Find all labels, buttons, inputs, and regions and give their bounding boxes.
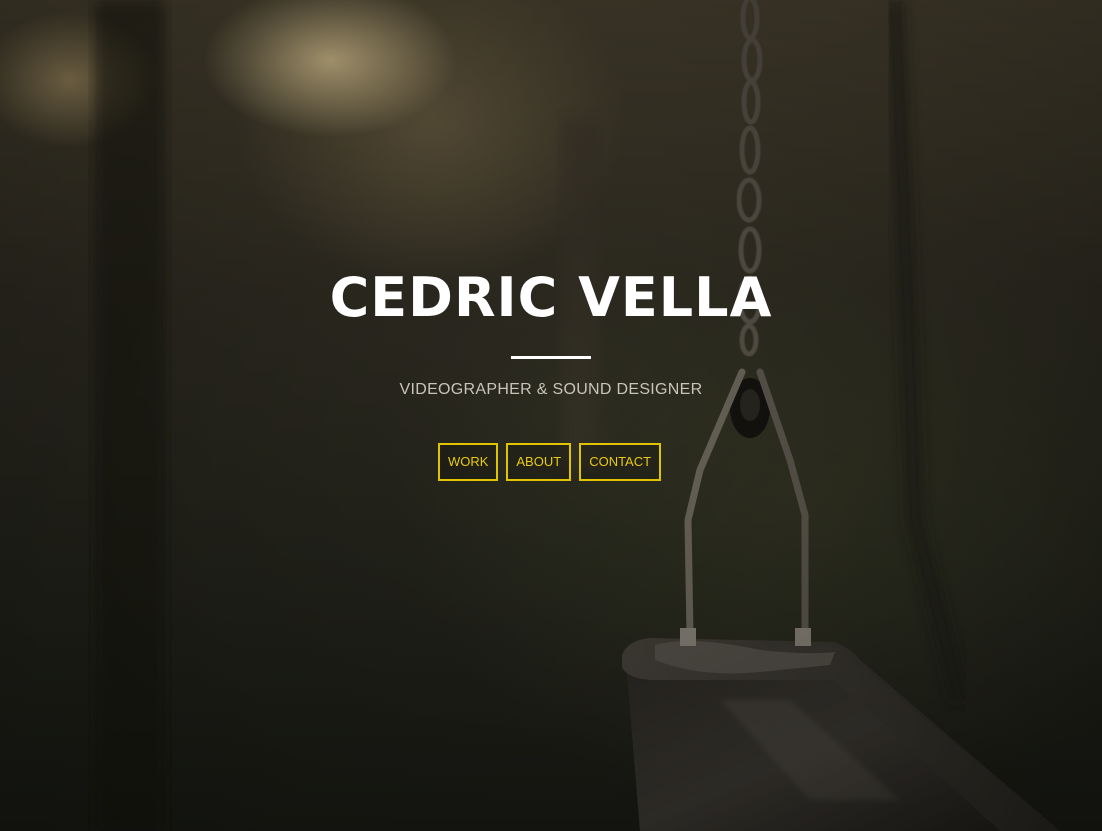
nav-buttons: WORK ABOUT CONTACT	[0, 443, 1102, 481]
site-subtitle: VIDEOGRAPHER & SOUND DESIGNER	[399, 381, 703, 398]
hero-content: CEDRIC VELLA VIDEOGRAPHER & SOUND DESIGN…	[0, 262, 1102, 481]
contact-button[interactable]: CONTACT	[579, 443, 662, 481]
site-title: CEDRIC VELLA	[329, 266, 773, 329]
about-button[interactable]: ABOUT	[506, 443, 572, 481]
hero-section: CEDRIC VELLA VIDEOGRAPHER & SOUND DESIGN…	[0, 0, 1102, 831]
title-divider	[511, 356, 591, 359]
work-button[interactable]: WORK	[437, 443, 499, 481]
